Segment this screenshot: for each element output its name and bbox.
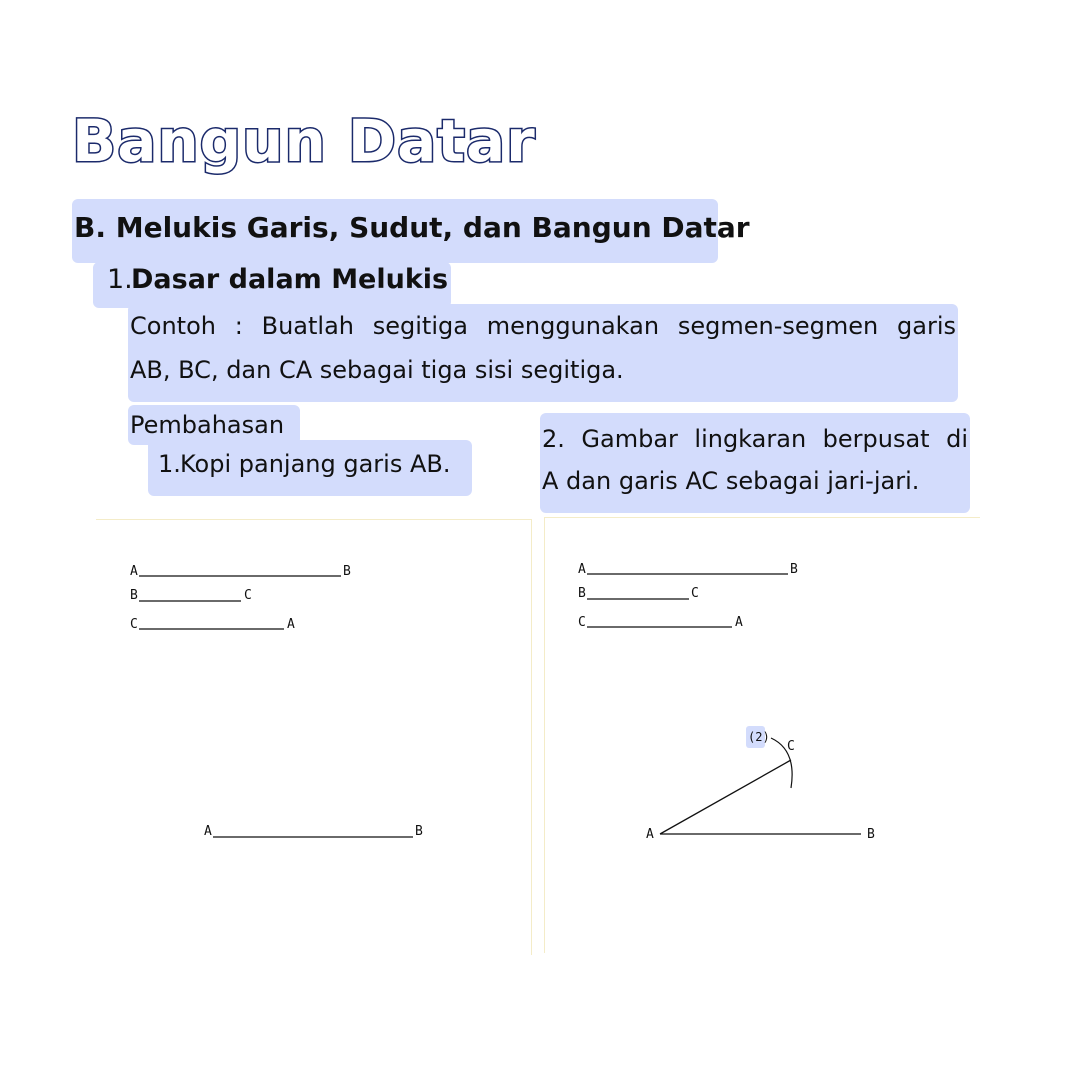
discussion-label: Pembahasan [128,405,300,445]
step-1: 1. Kopi panjang garis AB. [148,440,472,496]
step-2: 2. Gambar lingkaran berpusat di A dan ga… [540,413,970,513]
segment-ca: C A [130,617,295,632]
segment-ab-start-label: A [130,564,138,579]
line-ac [659,759,792,835]
subsection-title: Dasar dalam Melukis [131,264,449,295]
segment-bc: B C [578,586,699,601]
segment-ca-start-label: C [130,617,138,632]
step-1-number: 1. [158,450,181,478]
step-marker: (2) [748,730,770,744]
section-heading: B. Melukis Garis, Sudut, dan Bangun Data… [72,199,750,263]
example-block: Contoh : Buatlah segitiga menggunakan se… [128,304,958,402]
segment-ab-end-label: B [790,562,798,577]
segment-bc-end-label: C [244,588,252,603]
point-c-label: C [787,739,795,754]
step-1-text: Kopi panjang garis AB. [180,450,451,478]
example-line-1: Contoh : Buatlah segitiga menggunakan se… [130,312,956,340]
left-panel-right-border [531,519,532,955]
segment-ab: A B [578,562,798,577]
segment-ab: A B [130,564,351,579]
copied-ab-start-label: A [204,824,212,839]
segment-ca: C A [578,615,743,630]
discussion-label-text: Pembahasan [130,411,285,439]
segment-bc: B C [130,588,252,603]
segment-ca-end-label: A [735,615,743,630]
subsection-number: 1. [107,264,133,295]
segment-bc-start-label: B [130,588,138,603]
example-line-2: AB, BC, dan CA sebagai tiga sisi segitig… [130,356,624,384]
step-2-line-1: 2. Gambar lingkaran berpusat di [542,425,968,453]
step-2-line-2: A dan garis AC sebagai jari-jari. [542,467,920,495]
section-heading-text: B. Melukis Garis, Sudut, dan Bangun Data… [74,211,750,244]
segment-ab-start-label: A [578,562,586,577]
segment-ca-start-label: C [578,615,586,630]
right-construction-figure: A B B C C A (2) C A B [578,562,875,842]
page-title: Bangun Datar [71,107,537,176]
segment-ca-end-label: A [287,617,295,632]
segment-ab-end-label: B [343,564,351,579]
segment-bc-end-label: C [691,586,699,601]
left-construction-figure: A B B C C A A B [130,564,423,839]
point-b-label: B [867,827,875,842]
copied-segment-ab: A B [204,824,423,839]
point-a-label: A [646,827,654,842]
copied-ab-end-label: B [415,824,423,839]
segment-bc-start-label: B [578,586,586,601]
subsection-heading: 1. Dasar dalam Melukis [93,262,451,308]
